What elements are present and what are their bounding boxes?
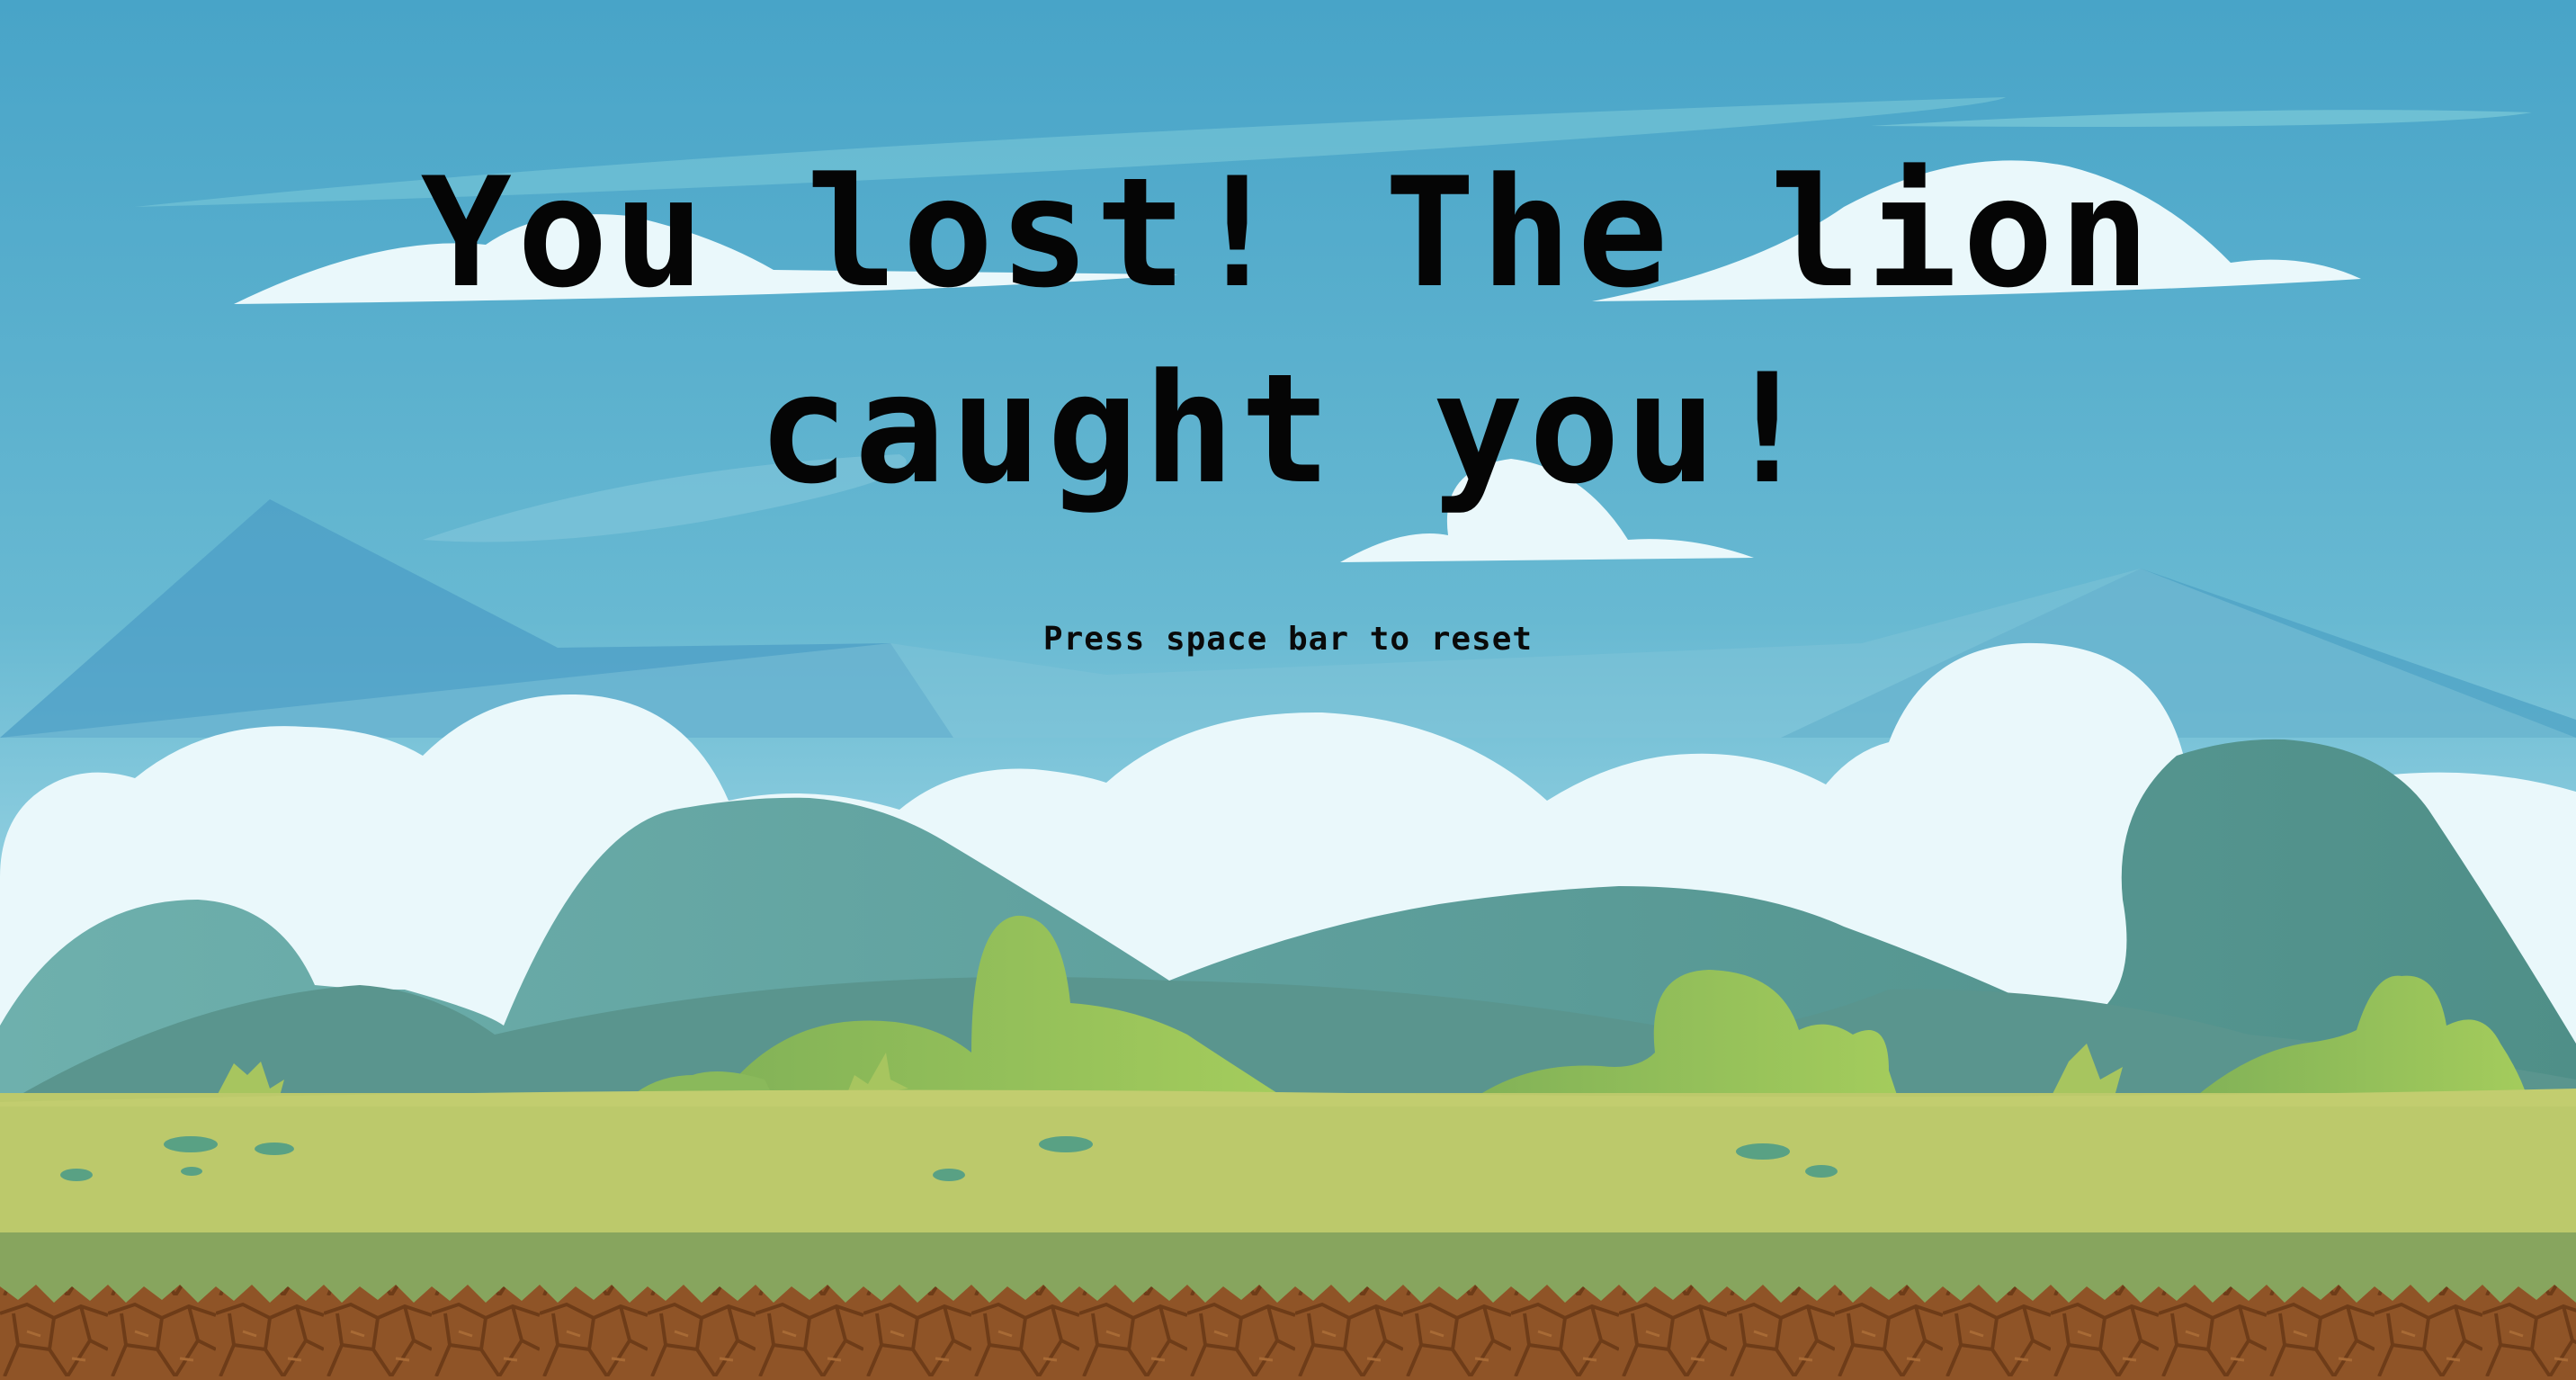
game-canvas[interactable]: You lost! The lion caught you! Press spa…: [0, 0, 2576, 1380]
game-over-line-1: You lost! The lion: [420, 145, 2156, 321]
game-over-message: You lost! The lion caught you!: [0, 135, 2576, 527]
game-over-line-2: caught you!: [757, 341, 1819, 517]
reset-hint: Press space bar to reset: [1042, 621, 1534, 658]
